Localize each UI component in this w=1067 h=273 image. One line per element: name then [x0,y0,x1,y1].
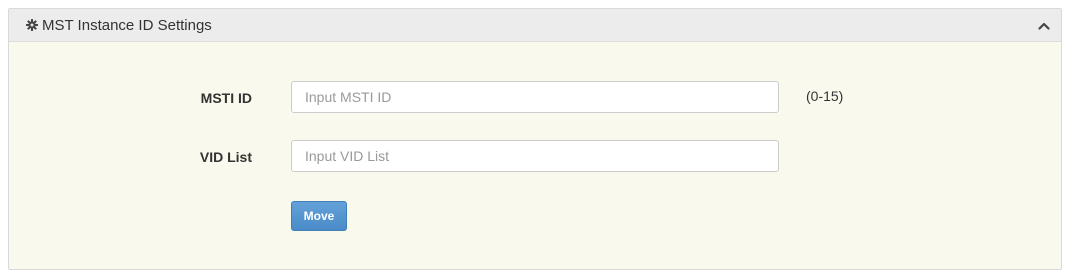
vid-list-label: VID List [199,149,252,165]
panel-title: MST Instance ID Settings [42,17,212,34]
msti-id-label: MSTI ID [200,90,252,106]
gear-icon [26,19,38,31]
chevron-up-icon[interactable] [1035,17,1053,35]
msti-id-input[interactable] [291,81,779,113]
vid-list-input[interactable] [291,140,779,172]
mst-instance-id-settings-panel: MST Instance ID Settings MSTI ID (0-15) … [8,8,1062,270]
panel-header: MST Instance ID Settings [9,9,1061,42]
move-button[interactable]: Move [291,201,347,231]
msti-id-range-hint: (0-15) [806,88,844,104]
